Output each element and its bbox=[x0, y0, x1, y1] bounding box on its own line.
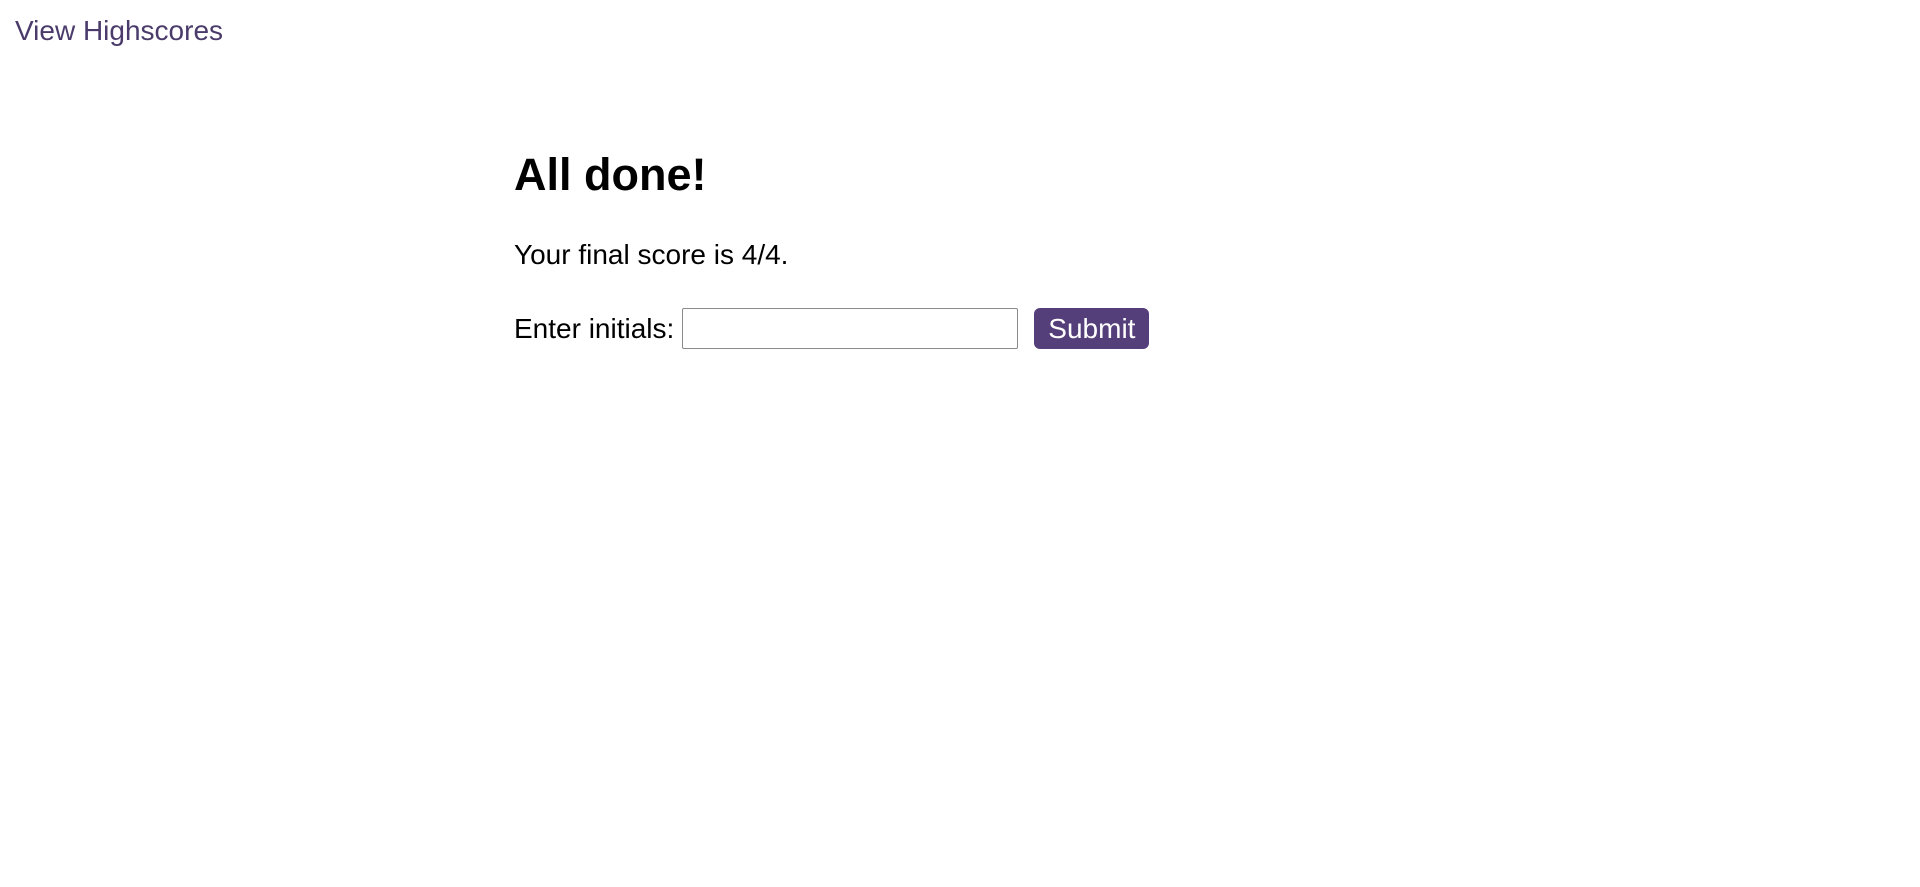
page-title: All done! bbox=[514, 149, 707, 200]
quiz-result-panel: All done! Your final score is 4/4. Enter… bbox=[514, 148, 1414, 349]
initials-form: Enter initials: Submit bbox=[514, 308, 1150, 349]
view-highscores-link[interactable]: View Highscores bbox=[15, 14, 223, 48]
initials-input[interactable] bbox=[682, 308, 1019, 349]
submit-button[interactable]: Submit bbox=[1034, 308, 1150, 349]
initials-label: Enter initials: bbox=[514, 312, 675, 344]
final-score-text: Your final score is 4/4. bbox=[514, 239, 789, 270]
page: View Highscores All done! Your final sco… bbox=[0, 0, 1920, 887]
